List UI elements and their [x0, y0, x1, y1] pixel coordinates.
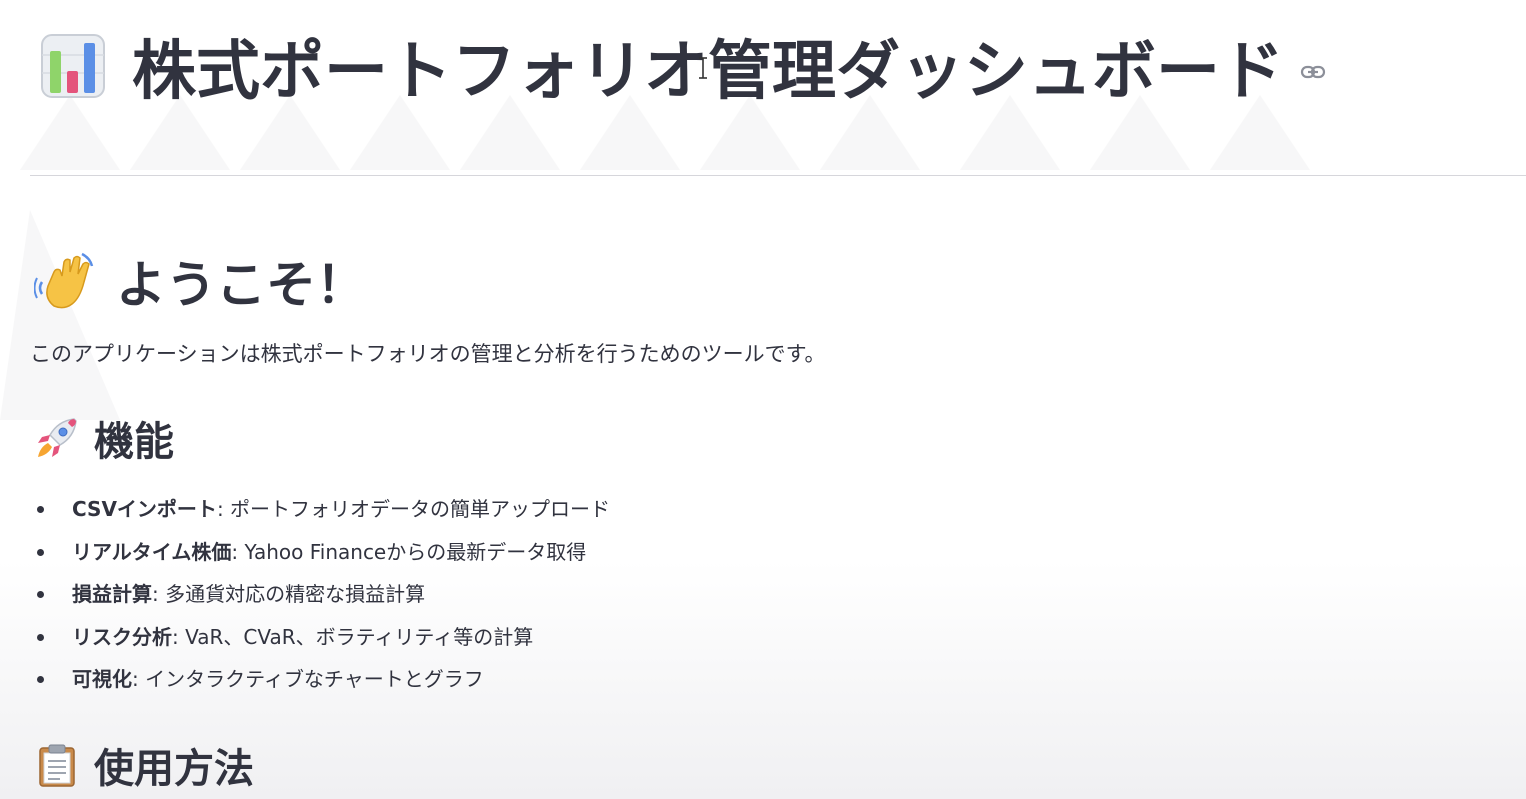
feature-name: CSVインポート	[72, 497, 217, 521]
waving-hand-icon	[33, 250, 96, 312]
bullet-icon	[37, 676, 44, 683]
bullet-icon	[37, 591, 44, 598]
list-item: リスク分析: VaR、CVaR、ボラティリティ等の計算	[30, 616, 610, 659]
feature-name: リアルタイム株価	[72, 539, 232, 564]
text-cursor-icon	[699, 57, 707, 79]
clipboard-icon	[34, 742, 80, 788]
bullet-icon	[37, 506, 44, 513]
bar-chart-icon	[40, 33, 106, 99]
feature-desc: : VaR、CVaR、ボラティリティ等の計算	[172, 624, 534, 649]
list-item: 可視化: インタラクティブなチャートとグラフ	[30, 658, 610, 701]
welcome-heading: ようこそ！	[116, 256, 366, 314]
feature-desc: : 多通貨対応の精密な損益計算	[152, 582, 426, 606]
section-divider	[30, 175, 1526, 176]
app-page: 株式ポートフォリオ管理ダッシュボード ようこそ！ このアプリケーションは株式ポー…	[0, 0, 1526, 799]
list-item: CSVインポート: ポートフォリオデータの簡単アップロード	[30, 488, 610, 531]
feature-desc: : Yahoo Financeからの最新データ取得	[231, 539, 587, 564]
usage-heading-row: 使用方法	[34, 738, 254, 792]
link-icon[interactable]	[1300, 59, 1326, 85]
page-title: 株式ポートフォリオ管理ダッシュボード	[132, 35, 1284, 109]
intro-text: このアプリケーションは株式ポートフォリオの管理と分析を行うためのツールです。	[30, 342, 826, 366]
feature-desc: : インタラクティブなチャートとグラフ	[132, 667, 484, 691]
welcome-heading-row: ようこそ！	[33, 246, 366, 316]
feature-name: リスク分析	[72, 624, 172, 649]
feature-desc: : ポートフォリオデータの簡単アップロード	[216, 497, 611, 521]
bullet-icon	[37, 548, 44, 556]
bullet-icon	[37, 633, 44, 641]
page-title-row: 株式ポートフォリオ管理ダッシュボード	[40, 26, 1326, 109]
feature-list: CSVインポート: ポートフォリオデータの簡単アップロード リアルタイム株価: …	[30, 488, 610, 701]
features-heading-row: 機能	[34, 411, 174, 465]
rocket-icon	[34, 415, 80, 461]
usage-heading: 使用方法	[94, 746, 254, 792]
list-item: 損益計算: 多通貨対応の精密な損益計算	[30, 573, 610, 616]
feature-name: 損益計算	[72, 582, 152, 606]
feature-name: 可視化	[72, 667, 132, 691]
list-item: リアルタイム株価: Yahoo Financeからの最新データ取得	[30, 531, 610, 574]
features-heading: 機能	[94, 419, 174, 465]
